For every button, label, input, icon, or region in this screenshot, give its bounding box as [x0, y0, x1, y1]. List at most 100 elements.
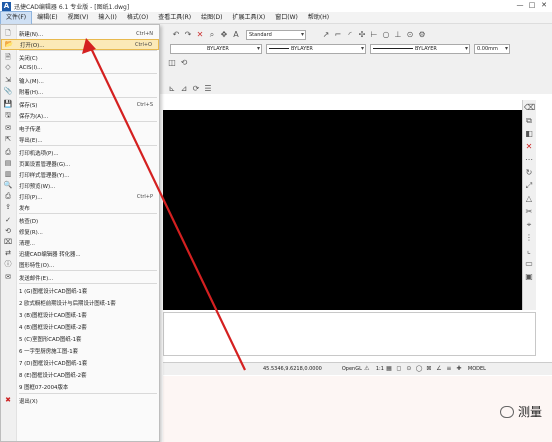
- file-menu-item[interactable]: ⓘ 图形特性(O)...: [1, 259, 159, 270]
- zoom-icon[interactable]: ⌕: [207, 30, 217, 40]
- scale-readout[interactable]: 1:1: [376, 366, 384, 372]
- file-menu-item[interactable]: ▤ 页面设置管理器(G)...: [1, 158, 159, 169]
- undo-icon[interactable]: ↶: [171, 30, 181, 40]
- menu-extensions[interactable]: 扩展工具(X): [227, 12, 270, 24]
- file-menu-item[interactable]: 8 (E)图框设计CAD图纸-2套: [1, 369, 159, 380]
- file-menu-item[interactable]: 1 (G)图框设计CAD图纸-1套: [1, 285, 159, 296]
- delete-icon[interactable]: ✕: [195, 30, 205, 40]
- file-menu-item[interactable]: ⎙ 打印机选项(P)...: [1, 147, 159, 158]
- file-menu-item[interactable]: 4 (B)图框设计CAD图纸-2套: [1, 321, 159, 332]
- line-icon[interactable]: ↗: [321, 30, 331, 40]
- file-menu-item[interactable]: 🗋 新建(N)... Ctrl+N: [1, 28, 159, 39]
- trim-icon[interactable]: ✂: [524, 207, 534, 217]
- pan-icon[interactable]: ✥: [219, 30, 229, 40]
- grid-icon[interactable]: ▦: [385, 365, 393, 373]
- file-menu-item[interactable]: 6 一字型厨房施工图-1套: [1, 345, 159, 356]
- move-icon[interactable]: ✣: [357, 30, 367, 40]
- file-menu-item-label: 8 (E)图框设计CAD图纸-2套: [19, 372, 87, 379]
- chamfer-icon[interactable]: ⌞: [524, 246, 534, 256]
- offset-icon[interactable]: ⋯: [524, 155, 534, 165]
- menu-draw[interactable]: 绘图(D): [196, 12, 227, 24]
- menu-window[interactable]: 窗口(W): [270, 12, 303, 24]
- stretch-icon[interactable]: △: [524, 194, 534, 204]
- command-line[interactable]: [163, 312, 536, 356]
- file-menu-item[interactable]: 5 (C)室图形CAD图纸-1套: [1, 333, 159, 344]
- layer-color-select[interactable]: BYLAYER: [170, 44, 262, 54]
- model-space-label[interactable]: MODEL: [468, 366, 486, 372]
- minimize-button[interactable]: —: [514, 0, 526, 11]
- file-menu-item[interactable]: 3 (B)图框设计CAD图纸-1套: [1, 309, 159, 320]
- drawing-canvas[interactable]: [163, 110, 522, 310]
- dimension-icon[interactable]: ⊢: [369, 30, 379, 40]
- explode-icon[interactable]: ▣: [524, 272, 534, 282]
- rotate-icon[interactable]: ↻: [524, 168, 534, 178]
- file-menu-item[interactable]: ▥ 打印样式管理器(Y)...: [1, 169, 159, 180]
- erase-icon[interactable]: ⌫: [524, 103, 535, 113]
- otrack-icon[interactable]: ∠: [435, 365, 443, 373]
- file-menu-item[interactable]: ✖ 退出(X): [1, 395, 159, 406]
- menu-file[interactable]: 文件(F): [0, 10, 33, 25]
- file-menu-item[interactable]: ✓ 核查(D): [1, 215, 159, 226]
- text-style-select[interactable]: Standard: [246, 30, 306, 40]
- settings-icon[interactable]: ⚙: [417, 30, 427, 40]
- arc-icon[interactable]: ◜: [345, 30, 355, 40]
- close-window-button[interactable]: ✕: [538, 0, 550, 11]
- file-menu-item[interactable]: ⎙ 打印(P)... Ctrl+P: [1, 191, 159, 202]
- file-menu-item[interactable]: 7 (D)图框设计CAD图纸-1套: [1, 357, 159, 368]
- snap-mode-icon[interactable]: ◻: [395, 365, 403, 373]
- menu-help[interactable]: 帮助(H): [303, 12, 334, 24]
- polar-icon[interactable]: ◯: [415, 365, 423, 373]
- redo-icon[interactable]: ↷: [183, 30, 193, 40]
- file-menu-item[interactable]: 2 欧式橱柜前期设计与后期设计图纸-1套: [1, 297, 159, 308]
- copy-icon[interactable]: ⧉: [524, 116, 534, 126]
- menu-edit[interactable]: 编辑(E): [32, 12, 62, 24]
- file-menu-item[interactable]: ⇄ 迅捷CAD编辑器 转化器...: [1, 248, 159, 259]
- fillet-icon[interactable]: ▭: [524, 259, 534, 269]
- file-menu-item[interactable]: ⇱ 导出(E)...: [1, 134, 159, 145]
- layer-tool-icon[interactable]: ◫: [167, 58, 177, 68]
- properties-icon[interactable]: ☰: [203, 84, 213, 94]
- add-icon[interactable]: ✚: [455, 365, 463, 373]
- mirror-icon[interactable]: ◧: [524, 129, 534, 139]
- refresh-icon[interactable]: ⟳: [191, 84, 201, 94]
- extend-icon[interactable]: ⌖: [524, 220, 534, 230]
- file-menu-item[interactable]: 9 图框07-2004版本: [1, 381, 159, 392]
- lineweight-select[interactable]: BYLAYER: [370, 44, 470, 54]
- ucs-icon[interactable]: ⊾: [167, 84, 177, 94]
- file-menu-item[interactable]: 💾 保存(S) Ctrl+S: [1, 99, 159, 110]
- text-icon[interactable]: A: [231, 30, 241, 40]
- opengl-indicator[interactable]: OpenGL: [342, 366, 362, 372]
- file-menu-item[interactable]: ⇪ 发布: [1, 202, 159, 213]
- lineweight-value-select[interactable]: 0.00mm: [474, 44, 510, 54]
- file-menu-item[interactable]: ⌧ 清理...: [1, 237, 159, 248]
- scale-icon[interactable]: ⤢: [524, 181, 534, 191]
- osnap-icon[interactable]: ⊠: [425, 365, 433, 373]
- ucs-origin-icon[interactable]: ⊿: [179, 84, 189, 94]
- maximize-button[interactable]: □: [526, 0, 538, 11]
- layer-state-icon[interactable]: ⟲: [179, 58, 189, 68]
- menu-format[interactable]: 格式(O): [122, 12, 153, 24]
- annotation-icon[interactable]: ⚠: [363, 365, 371, 373]
- file-menu-item[interactable]: 📂 打开(O)... Ctrl+O: [1, 39, 159, 50]
- polyline-icon[interactable]: ⌐: [333, 30, 343, 40]
- file-menu-item[interactable]: ⟲ 修复(R)...: [1, 226, 159, 237]
- menu-view[interactable]: 视图(V): [63, 12, 94, 24]
- circle-icon[interactable]: ○: [381, 30, 391, 40]
- ortho-icon[interactable]: ⊙: [405, 365, 413, 373]
- file-menu-item[interactable]: ✉ 电子传递: [1, 123, 159, 134]
- lineweight-toggle-icon[interactable]: ≡: [445, 365, 453, 373]
- break-icon[interactable]: ⋮: [524, 233, 534, 243]
- file-menu-item[interactable]: ⇲ 输入(M)...: [1, 75, 159, 86]
- file-menu-item[interactable]: ◇ ACIS(I)...: [1, 62, 159, 73]
- file-menu-item[interactable]: 🖫 保存为(A)...: [1, 110, 159, 121]
- delete-object-icon[interactable]: ✕: [524, 142, 534, 152]
- file-menu-item[interactable]: 📎 附着(H)...: [1, 86, 159, 97]
- file-menu-item[interactable]: 🔍 打印预览(W)...: [1, 180, 159, 191]
- snap-icon[interactable]: ⊙: [405, 30, 415, 40]
- align-icon[interactable]: ⊥: [393, 30, 403, 40]
- file-menu-item[interactable]: ✉ 发送邮件(E)...: [1, 272, 159, 283]
- linetype-select[interactable]: BYLAYER: [266, 44, 366, 54]
- menu-tools[interactable]: 查看工具(R): [153, 12, 196, 24]
- menu-insert[interactable]: 输入(I): [93, 12, 121, 24]
- page-background: [163, 376, 552, 442]
